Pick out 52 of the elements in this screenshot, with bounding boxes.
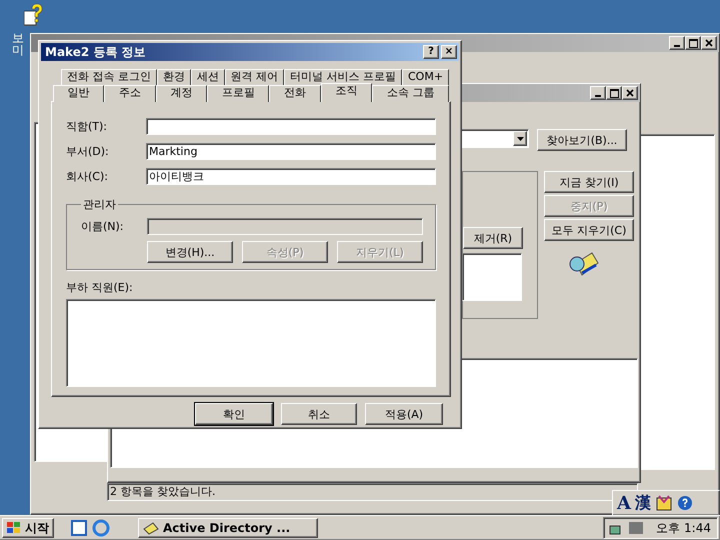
text-field[interactable]	[146, 118, 436, 135]
clock: 오후 1:44	[656, 520, 711, 536]
maximize-icon	[610, 88, 618, 98]
manager-button[interactable]: 변경(H)...	[147, 241, 233, 263]
field-label: 부서(D):	[66, 144, 110, 159]
text-field[interactable]: Markting	[146, 143, 436, 160]
action-button[interactable]: 모두 지우기(C)	[544, 219, 634, 241]
icon-label: 보	[12, 32, 24, 44]
action-button[interactable]: 지금 찾기(I)	[544, 171, 634, 193]
tab[interactable]: 원격 제어	[224, 69, 284, 86]
tab[interactable]: 일반	[53, 85, 104, 102]
field-label: 이름(N):	[81, 219, 125, 234]
help-file-icon[interactable]	[24, 3, 44, 27]
tab[interactable]: 전화	[269, 85, 321, 102]
close-button[interactable]: ×	[441, 45, 457, 59]
tab[interactable]: 주소	[104, 85, 156, 102]
tab[interactable]: 환경	[156, 69, 191, 86]
field-label: 회사(C):	[66, 169, 109, 184]
dialog-title: Make2 등록 정보	[45, 44, 146, 60]
taskbar-button[interactable]: Active Directory ...	[138, 518, 318, 538]
tab[interactable]: 조직	[320, 83, 372, 102]
dialog-button[interactable]: 취소	[281, 403, 357, 425]
tab[interactable]: 전화 접속 로그인	[61, 69, 157, 86]
help-icon[interactable]	[676, 495, 693, 511]
help-button[interactable]: ?	[423, 45, 439, 59]
tab[interactable]: 세션	[190, 69, 225, 86]
field-label: 직함(T):	[66, 119, 108, 134]
tab[interactable]: COM+	[402, 69, 449, 86]
caret-icon	[516, 136, 524, 140]
close-icon	[705, 39, 713, 47]
close-icon	[626, 89, 634, 97]
browse-button[interactable]: 찾아보기(B)...	[537, 129, 627, 151]
close-button[interactable]	[701, 36, 717, 50]
tab[interactable]: 프로필	[207, 85, 270, 102]
dropdown-button[interactable]	[513, 131, 527, 146]
maximize-button[interactable]	[685, 36, 701, 50]
start-button[interactable]: 시작	[2, 518, 54, 538]
maximize-icon	[688, 38, 698, 48]
dialog-button[interactable]: 확인	[195, 403, 273, 425]
maximize-button[interactable]	[606, 86, 622, 100]
tab[interactable]: 계정	[156, 85, 208, 102]
minimize-button[interactable]	[590, 86, 606, 100]
minimize-button[interactable]	[669, 36, 685, 50]
text-field[interactable]: 아이티뱅크	[146, 168, 436, 185]
field-label: 부하 직원(E):	[66, 280, 134, 295]
group-title: 관리자	[82, 197, 117, 212]
close-button[interactable]	[622, 86, 638, 100]
icon-label: 미	[12, 44, 24, 56]
dialog-button[interactable]: 적용(A)	[365, 403, 443, 425]
tab[interactable]: 소속 그룹	[372, 85, 450, 102]
remove-button[interactable]: 제거(R)	[463, 227, 523, 249]
windows-logo-icon	[7, 522, 21, 534]
